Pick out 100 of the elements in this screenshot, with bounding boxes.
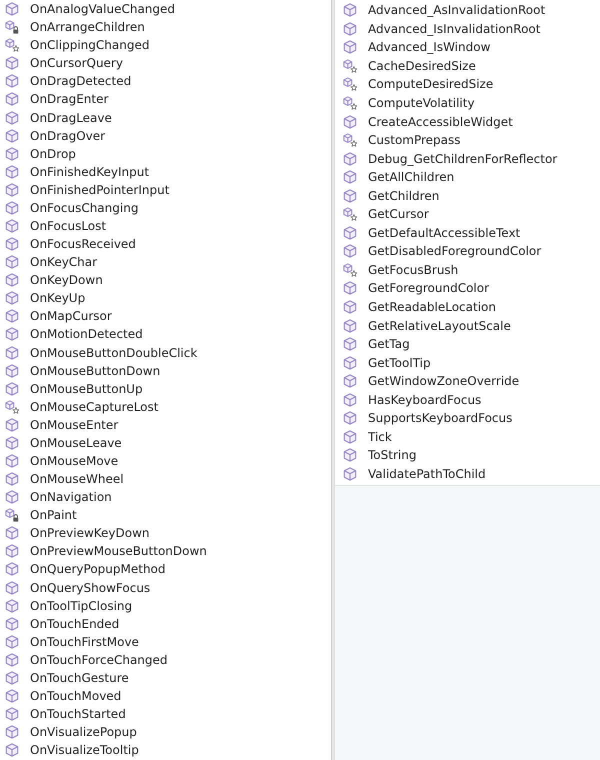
- method-name[interactable]: GetFocusBrush: [368, 262, 458, 278]
- cube-icon: [343, 152, 357, 166]
- cube-icon: [5, 164, 19, 179]
- cube-icon: [343, 226, 357, 240]
- method-name[interactable]: Debug_GetChildrenForReflector: [368, 150, 558, 167]
- method-name[interactable]: OnNavigation: [30, 489, 112, 506]
- method-name[interactable]: OnFinishedKeyInput: [30, 164, 150, 180]
- cube-star-icon: [343, 77, 357, 92]
- method-name[interactable]: CreateAccessibleWidget: [368, 114, 513, 130]
- method-name[interactable]: OnMouseButtonDoubleClick: [30, 344, 198, 361]
- method-name[interactable]: OnDragDetected: [30, 73, 132, 90]
- cube-icon: [5, 237, 19, 252]
- cube-icon: [5, 364, 19, 378]
- cube-star-icon: [343, 262, 357, 277]
- method-name[interactable]: OnFocusLost: [30, 218, 106, 234]
- method-name[interactable]: OnMouseButtonUp: [30, 380, 143, 397]
- cube-icon: [5, 707, 19, 722]
- method-name[interactable]: GetToolTip: [368, 354, 431, 371]
- cube-icon: [5, 526, 19, 540]
- method-name[interactable]: OnDragLeave: [30, 110, 112, 126]
- method-name[interactable]: GetTag: [368, 336, 410, 352]
- method-name[interactable]: Advanced_IsWindow: [368, 39, 490, 56]
- method-name[interactable]: OnTouchGesture: [30, 670, 129, 686]
- method-name[interactable]: OnPreviewKeyDown: [30, 525, 150, 542]
- method-name[interactable]: OnDragEnter: [30, 91, 108, 108]
- cube-icon: [5, 562, 19, 576]
- cube-icon: [5, 110, 19, 124]
- method-name[interactable]: GetAllChildren: [368, 169, 454, 186]
- method-name[interactable]: GetDisabledForegroundColor: [368, 243, 542, 260]
- method-name[interactable]: ValidatePathToChild: [368, 466, 486, 482]
- method-name[interactable]: Advanced_IsInvalidationRoot: [368, 20, 540, 37]
- method-name[interactable]: OnCursorQuery: [30, 55, 123, 72]
- cube-icon: [5, 580, 19, 595]
- method-name[interactable]: CustomPrepass: [368, 132, 461, 148]
- method-name[interactable]: OnFinishedPointerInput: [30, 182, 170, 198]
- method-name[interactable]: OnToolTipClosing: [30, 598, 132, 614]
- cube-icon: [343, 3, 357, 18]
- method-name[interactable]: OnFocusReceived: [30, 236, 136, 252]
- method-name[interactable]: OnTouchEnded: [30, 616, 120, 632]
- method-name[interactable]: OnClippingChanged: [30, 37, 150, 54]
- method-name[interactable]: OnFocusChanging: [30, 200, 138, 216]
- method-name[interactable]: SupportsKeyboardFocus: [368, 410, 512, 426]
- cube-icon: [343, 411, 357, 426]
- method-name[interactable]: GetForegroundColor: [368, 280, 490, 296]
- cube-icon: [5, 146, 19, 161]
- cube-icon: [5, 689, 19, 703]
- method-name[interactable]: OnMouseEnter: [30, 416, 118, 433]
- cube-icon: [5, 2, 19, 16]
- method-name[interactable]: GetDefaultAccessibleText: [368, 224, 520, 241]
- method-name[interactable]: OnTouchFirstMove: [30, 634, 139, 650]
- method-name[interactable]: OnMapCursor: [30, 308, 112, 324]
- cube-icon: [343, 448, 357, 462]
- method-name[interactable]: OnVisualizeTooltip: [30, 742, 139, 758]
- cube-icon: [5, 544, 19, 558]
- method-name[interactable]: HasKeyboardFocus: [368, 392, 482, 408]
- cube-icon: [5, 92, 19, 106]
- cube-icon: [5, 182, 19, 197]
- method-name[interactable]: OnMouseMove: [30, 452, 118, 469]
- method-name[interactable]: OnMouseWheel: [30, 471, 124, 488]
- cube-icon: [343, 318, 357, 333]
- method-name[interactable]: GetCursor: [368, 206, 429, 222]
- method-name[interactable]: OnVisualizePopup: [30, 724, 137, 740]
- method-name[interactable]: ToString: [368, 447, 416, 464]
- cube-lock-icon: [5, 508, 19, 522]
- cube-icon: [5, 634, 19, 649]
- cube-icon: [343, 170, 357, 184]
- cube-icon: [343, 300, 357, 314]
- method-name[interactable]: OnQueryShowFocus: [30, 580, 150, 596]
- method-name[interactable]: OnAnalogValueChanged: [30, 1, 176, 18]
- cube-icon: [5, 309, 19, 324]
- method-name[interactable]: GetReadableLocation: [368, 299, 496, 316]
- method-name[interactable]: OnMotionDetected: [30, 326, 143, 342]
- method-name[interactable]: ComputeDesiredSize: [368, 76, 494, 92]
- method-name[interactable]: OnKeyUp: [30, 290, 86, 306]
- method-name[interactable]: GetWindowZoneOverride: [368, 373, 520, 390]
- method-name[interactable]: OnArrangeChildren: [30, 19, 145, 36]
- method-name[interactable]: GetRelativeLayoutScale: [368, 318, 511, 334]
- cube-icon: [5, 255, 19, 270]
- method-name[interactable]: OnPaint: [30, 507, 77, 524]
- method-name[interactable]: OnQueryPopupMethod: [30, 561, 166, 578]
- method-name[interactable]: Advanced_AsInvalidationRoot: [368, 2, 546, 18]
- cube-star-icon: [5, 400, 19, 414]
- method-name[interactable]: OnMouseCaptureLost: [30, 398, 158, 415]
- method-name[interactable]: OnTouchForceChanged: [30, 652, 168, 668]
- method-name[interactable]: OnKeyDown: [30, 272, 103, 288]
- method-name[interactable]: Tick: [368, 428, 392, 445]
- method-name[interactable]: OnMouseButtonDown: [30, 362, 160, 379]
- method-name[interactable]: OnMouseLeave: [30, 434, 122, 451]
- method-name[interactable]: GetChildren: [368, 188, 440, 204]
- cube-star-icon: [5, 38, 19, 52]
- method-name[interactable]: OnDrop: [30, 146, 76, 162]
- method-name[interactable]: OnDragOver: [30, 128, 106, 144]
- cube-icon: [5, 616, 19, 631]
- cube-icon: [5, 128, 19, 143]
- method-name[interactable]: OnPreviewMouseButtonDown: [30, 543, 207, 560]
- method-name[interactable]: ComputeVolatility: [368, 95, 475, 111]
- method-name[interactable]: CacheDesiredSize: [368, 58, 476, 74]
- method-name[interactable]: OnKeyChar: [30, 254, 98, 270]
- method-name[interactable]: OnTouchStarted: [30, 706, 126, 722]
- method-name[interactable]: OnTouchMoved: [30, 688, 122, 704]
